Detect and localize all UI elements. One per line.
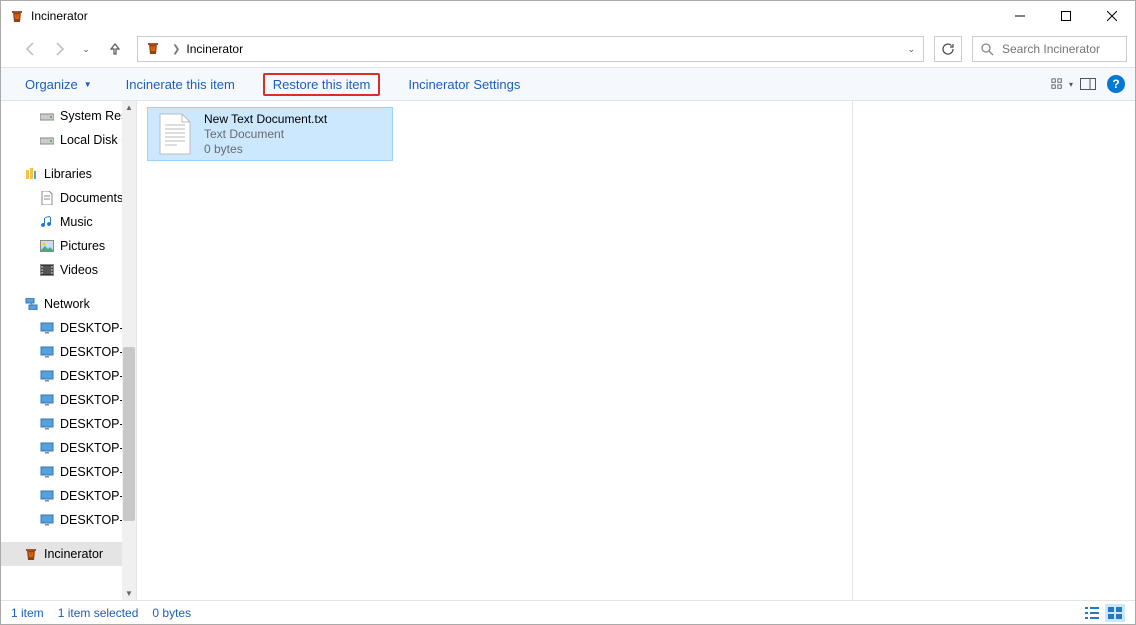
scroll-down-icon[interactable]: ▼ [125,589,133,598]
organize-button[interactable]: Organize▼ [19,74,98,95]
status-size: 0 bytes [152,606,191,620]
close-button[interactable] [1089,1,1135,31]
file-item[interactable]: New Text Document.txt Text Document 0 by… [147,107,393,161]
drive-icon [39,132,55,148]
file-type: Text Document [204,127,327,142]
forward-button[interactable] [47,37,71,61]
address-location[interactable]: Incinerator [186,42,243,56]
back-button[interactable] [19,37,43,61]
column-divider [852,101,853,600]
pictures-icon [39,238,55,254]
computer-icon [39,320,55,336]
incinerator-settings-button[interactable]: Incinerator Settings [402,74,526,95]
tree-incinerator[interactable]: Incinerator [1,542,122,566]
address-dropdown-icon[interactable]: ⌄ [907,44,915,55]
tree-net-6[interactable]: DESKTOP-OA [1,460,122,484]
file-size: 0 bytes [204,142,327,157]
tree-net-8[interactable]: DESKTOP-UI6 [1,508,122,532]
navigation-pane: System Reser Local Disk (H Libraries Doc… [1,101,137,600]
help-button[interactable]: ? [1107,75,1125,93]
libraries-icon [23,166,39,182]
computer-icon [39,464,55,480]
search-icon [981,43,994,56]
view-options-button[interactable] [1051,73,1073,95]
search-input[interactable] [1002,42,1118,56]
addressbar[interactable]: ❯ Incinerator ⌄ [137,36,924,62]
tree-network[interactable]: Network [1,292,122,316]
tree-lib-music[interactable]: Music [1,210,122,234]
computer-icon [39,512,55,528]
sidebar-scrollbar[interactable]: ▲ ▼ [122,101,136,600]
computer-icon [39,440,55,456]
computer-icon [39,344,55,360]
computer-icon [39,416,55,432]
search-box[interactable] [972,36,1127,62]
network-icon [23,296,39,312]
incinerator-icon [23,546,39,562]
documents-icon [39,190,55,206]
tree-net-4[interactable]: DESKTOP-8KI [1,412,122,436]
computer-icon [39,368,55,384]
incinerate-item-button[interactable]: Incinerate this item [120,74,241,95]
titlebar: Incinerator [1,1,1135,31]
tree-net-5[interactable]: DESKTOP-JM [1,436,122,460]
computer-icon [39,392,55,408]
music-icon [39,214,55,230]
preview-pane-button[interactable] [1077,73,1099,95]
maximize-button[interactable] [1043,1,1089,31]
thumbnails-view-button[interactable] [1105,604,1125,622]
scroll-up-icon[interactable]: ▲ [125,103,133,112]
scrollbar-thumb[interactable] [123,347,135,521]
tree-net-0[interactable]: DESKTOP-0IT [1,316,122,340]
status-item-count: 1 item [11,606,44,620]
restore-item-button[interactable]: Restore this item [263,73,381,96]
minimize-button[interactable] [997,1,1043,31]
tree-lib-videos[interactable]: Videos [1,258,122,282]
text-document-icon [154,113,196,155]
tree-drive-system[interactable]: System Reser [1,104,122,128]
window-title: Incinerator [31,9,88,23]
incinerator-icon [146,41,162,57]
tree-lib-pictures[interactable]: Pictures [1,234,122,258]
refresh-button[interactable] [934,36,962,62]
computer-icon [39,488,55,504]
incinerator-icon [9,8,25,24]
statusbar: 1 item 1 item selected 0 bytes [1,600,1135,624]
drive-icon [39,108,55,124]
details-view-button[interactable] [1082,604,1102,622]
recent-button[interactable]: ⌄ [75,37,99,61]
status-selected: 1 item selected [58,606,139,620]
tree-lib-documents[interactable]: Documents [1,186,122,210]
navbar: ⌄ ❯ Incinerator ⌄ [1,31,1135,67]
tree-net-1[interactable]: DESKTOP-3LL [1,340,122,364]
up-button[interactable] [103,37,127,61]
file-name: New Text Document.txt [204,112,327,127]
tree-net-7[interactable]: DESKTOP-TQ [1,484,122,508]
command-bar: Organize▼ Incinerate this item Restore t… [1,67,1135,101]
tree-net-2[interactable]: DESKTOP-600 [1,364,122,388]
tree-libraries[interactable]: Libraries [1,162,122,186]
chevron-right-icon[interactable]: ❯ [172,44,180,55]
tree-net-3[interactable]: DESKTOP-7J6 [1,388,122,412]
videos-icon [39,262,55,278]
file-list[interactable]: New Text Document.txt Text Document 0 by… [137,101,1135,600]
tree-drive-local[interactable]: Local Disk (H [1,128,122,152]
